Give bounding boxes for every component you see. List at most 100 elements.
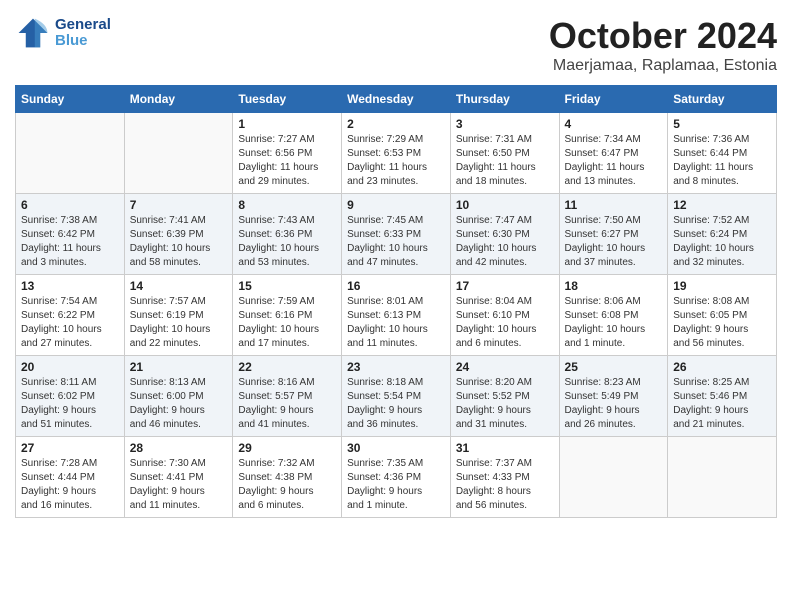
logo: General Blue [15, 15, 111, 51]
calendar-day-13: 13 Sunrise: 7:54 AM Sunset: 6:22 PM Dayli… [16, 275, 125, 356]
day-content: Sunrise: 7:52 AM Sunset: 6:24 PM Dayligh… [673, 214, 771, 270]
calendar-day-26: 26Sunrise: 8:25 AM Sunset: 5:46 PM Dayli… [668, 356, 777, 437]
calendar-week-5: 27Sunrise: 7:28 AM Sunset: 4:44 PM Dayli… [16, 437, 777, 518]
calendar-week-1: 1 Sunrise: 7:27 AM Sunset: 6:56 PM Daylig… [16, 113, 777, 194]
day-content: Sunrise: 8:13 AM Sunset: 6:00 PM Dayligh… [130, 376, 228, 432]
calendar-day-7: 7Sunrise: 7:41 AM Sunset: 6:39 PM Daylig… [124, 194, 233, 275]
day-number: 11 [565, 198, 663, 212]
day-number: 18 [565, 279, 663, 293]
calendar-day-20: 20Sunrise: 8:11 AM Sunset: 6:02 PM Dayli… [16, 356, 125, 437]
day-number: 1 [238, 117, 336, 131]
title-block: October 2024 Maerjamaa, Raplamaa, Estoni… [549, 15, 777, 75]
day-content: Sunrise: 7:34 AM Sunset: 6:47 PM Dayligh… [565, 133, 663, 189]
day-content: Sunrise: 8:01 AM Sunset: 6:13 PM Dayligh… [347, 295, 445, 351]
day-number: 21 [130, 360, 228, 374]
day-number: 28 [130, 441, 228, 455]
calendar-table: SundayMondayTuesdayWednesdayThursdayFrid… [15, 85, 777, 518]
day-number: 22 [238, 360, 336, 374]
empty-cell [668, 437, 777, 518]
day-content: Sunrise: 7:32 AM Sunset: 4:38 PM Dayligh… [238, 457, 336, 513]
day-number: 3 [456, 117, 554, 131]
weekday-header-friday: Friday [559, 86, 668, 113]
calendar-body: 1 Sunrise: 7:27 AM Sunset: 6:56 PM Daylig… [16, 113, 777, 518]
day-content: Sunrise: 8:04 AM Sunset: 6:10 PM Dayligh… [456, 295, 554, 351]
calendar-day-24: 24 Sunrise: 8:20 AM Sunset: 5:52 PM Dayli… [450, 356, 559, 437]
day-content: Sunrise: 7:57 AM Sunset: 6:19 PM Dayligh… [130, 295, 228, 351]
weekday-header-thursday: Thursday [450, 86, 559, 113]
calendar-day-23: 23 Sunrise: 8:18 AM Sunset: 5:54 PM Dayli… [342, 356, 451, 437]
calendar-day-30: 30 Sunrise: 7:35 AM Sunset: 4:36 PM Dayli… [342, 437, 451, 518]
day-content: Sunrise: 8:18 AM Sunset: 5:54 PM Dayligh… [347, 376, 445, 432]
day-content: Sunrise: 7:50 AM Sunset: 6:27 PM Dayligh… [565, 214, 663, 270]
day-content: Sunrise: 7:27 AM Sunset: 6:56 PM Dayligh… [238, 133, 336, 189]
day-number: 24 [456, 360, 554, 374]
day-number: 23 [347, 360, 445, 374]
day-number: 30 [347, 441, 445, 455]
day-number: 6 [21, 198, 119, 212]
day-number: 16 [347, 279, 445, 293]
day-content: Sunrise: 7:45 AM Sunset: 6:33 PM Dayligh… [347, 214, 445, 270]
day-number: 2 [347, 117, 445, 131]
calendar-day-6: 6 Sunrise: 7:38 AM Sunset: 6:42 PM Daylig… [16, 194, 125, 275]
calendar-day-2: 2 Sunrise: 7:29 AM Sunset: 6:53 PM Daylig… [342, 113, 451, 194]
weekday-header-sunday: Sunday [16, 86, 125, 113]
calendar-day-12: 12 Sunrise: 7:52 AM Sunset: 6:24 PM Dayli… [668, 194, 777, 275]
day-number: 14 [130, 279, 228, 293]
calendar-day-16: 16 Sunrise: 8:01 AM Sunset: 6:13 PM Dayli… [342, 275, 451, 356]
day-content: Sunrise: 7:59 AM Sunset: 6:16 PM Dayligh… [238, 295, 336, 351]
day-content: Sunrise: 7:41 AM Sunset: 6:39 PM Dayligh… [130, 214, 228, 270]
day-number: 12 [673, 198, 771, 212]
day-number: 4 [565, 117, 663, 131]
calendar-week-2: 6 Sunrise: 7:38 AM Sunset: 6:42 PM Daylig… [16, 194, 777, 275]
day-number: 31 [456, 441, 554, 455]
day-content: Sunrise: 7:31 AM Sunset: 6:50 PM Dayligh… [456, 133, 554, 189]
calendar-day-28: 28 Sunrise: 7:30 AM Sunset: 4:41 PM Dayli… [124, 437, 233, 518]
day-number: 8 [238, 198, 336, 212]
calendar-header: SundayMondayTuesdayWednesdayThursdayFrid… [16, 86, 777, 113]
day-number: 19 [673, 279, 771, 293]
calendar-day-9: 9 Sunrise: 7:45 AM Sunset: 6:33 PM Daylig… [342, 194, 451, 275]
calendar-week-3: 13 Sunrise: 7:54 AM Sunset: 6:22 PM Dayli… [16, 275, 777, 356]
day-content: Sunrise: 7:29 AM Sunset: 6:53 PM Dayligh… [347, 133, 445, 189]
day-content: Sunrise: 7:35 AM Sunset: 4:36 PM Dayligh… [347, 457, 445, 513]
day-content: Sunrise: 7:54 AM Sunset: 6:22 PM Dayligh… [21, 295, 119, 351]
calendar-day-27: 27Sunrise: 7:28 AM Sunset: 4:44 PM Dayli… [16, 437, 125, 518]
empty-cell [124, 113, 233, 194]
logo-icon [15, 15, 51, 51]
calendar-day-1: 1 Sunrise: 7:27 AM Sunset: 6:56 PM Daylig… [233, 113, 342, 194]
calendar-day-22: 22Sunrise: 8:16 AM Sunset: 5:57 PM Dayli… [233, 356, 342, 437]
calendar-day-3: 3 Sunrise: 7:31 AM Sunset: 6:50 PM Daylig… [450, 113, 559, 194]
day-number: 13 [21, 279, 119, 293]
calendar-day-25: 25Sunrise: 8:23 AM Sunset: 5:49 PM Dayli… [559, 356, 668, 437]
weekday-header-monday: Monday [124, 86, 233, 113]
day-content: Sunrise: 8:25 AM Sunset: 5:46 PM Dayligh… [673, 376, 771, 432]
day-number: 15 [238, 279, 336, 293]
day-number: 9 [347, 198, 445, 212]
day-content: Sunrise: 7:36 AM Sunset: 6:44 PM Dayligh… [673, 133, 771, 189]
calendar-day-10: 10Sunrise: 7:47 AM Sunset: 6:30 PM Dayli… [450, 194, 559, 275]
day-content: Sunrise: 7:43 AM Sunset: 6:36 PM Dayligh… [238, 214, 336, 270]
calendar-day-15: 15 Sunrise: 7:59 AM Sunset: 6:16 PM Dayli… [233, 275, 342, 356]
day-content: Sunrise: 8:06 AM Sunset: 6:08 PM Dayligh… [565, 295, 663, 351]
day-content: Sunrise: 8:23 AM Sunset: 5:49 PM Dayligh… [565, 376, 663, 432]
location-subtitle: Maerjamaa, Raplamaa, Estonia [549, 57, 777, 75]
day-content: Sunrise: 7:47 AM Sunset: 6:30 PM Dayligh… [456, 214, 554, 270]
calendar-day-29: 29Sunrise: 7:32 AM Sunset: 4:38 PM Dayli… [233, 437, 342, 518]
day-number: 27 [21, 441, 119, 455]
day-content: Sunrise: 7:30 AM Sunset: 4:41 PM Dayligh… [130, 457, 228, 513]
page-header: General Blue October 2024 Maerjamaa, Rap… [15, 15, 777, 75]
month-title: October 2024 [549, 15, 777, 57]
weekday-header-wednesday: Wednesday [342, 86, 451, 113]
logo-text: General Blue [55, 17, 111, 50]
calendar-day-31: 31Sunrise: 7:37 AM Sunset: 4:33 PM Dayli… [450, 437, 559, 518]
calendar-day-4: 4 Sunrise: 7:34 AM Sunset: 6:47 PM Daylig… [559, 113, 668, 194]
calendar-day-14: 14 Sunrise: 7:57 AM Sunset: 6:19 PM Dayli… [124, 275, 233, 356]
day-content: Sunrise: 8:20 AM Sunset: 5:52 PM Dayligh… [456, 376, 554, 432]
day-content: Sunrise: 7:38 AM Sunset: 6:42 PM Dayligh… [21, 214, 119, 270]
weekday-header-tuesday: Tuesday [233, 86, 342, 113]
calendar-day-11: 11 Sunrise: 7:50 AM Sunset: 6:27 PM Dayli… [559, 194, 668, 275]
day-number: 5 [673, 117, 771, 131]
calendar-day-8: 8 Sunrise: 7:43 AM Sunset: 6:36 PM Daylig… [233, 194, 342, 275]
calendar-day-5: 5 Sunrise: 7:36 AM Sunset: 6:44 PM Daylig… [668, 113, 777, 194]
day-number: 17 [456, 279, 554, 293]
